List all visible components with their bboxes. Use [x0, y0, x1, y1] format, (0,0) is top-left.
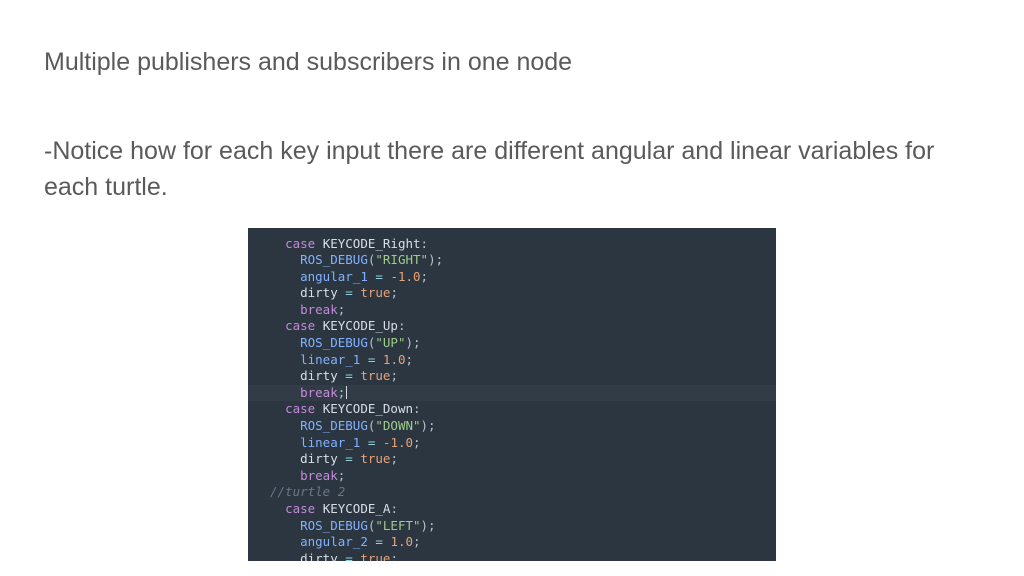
- code-line: case KEYCODE_Right:: [270, 236, 776, 253]
- code-line: ROS_DEBUG("UP");: [270, 335, 776, 352]
- code-line: ROS_DEBUG("RIGHT");: [270, 252, 776, 269]
- code-block: case KEYCODE_Right: ROS_DEBUG("RIGHT"); …: [248, 228, 776, 561]
- code-line: case KEYCODE_A:: [270, 501, 776, 518]
- slide: Multiple publishers and subscribers in o…: [0, 0, 1024, 561]
- code-line: angular_1 = -1.0;: [270, 269, 776, 286]
- code-line: angular_2 = 1.0;: [270, 534, 776, 551]
- code-line: case KEYCODE_Down:: [270, 401, 776, 418]
- code-line: linear_1 = 1.0;: [270, 352, 776, 369]
- code-line: break;: [270, 468, 776, 485]
- code-line: dirty = true;: [270, 551, 776, 561]
- code-line: linear_1 = -1.0;: [270, 435, 776, 452]
- code-line: dirty = true;: [270, 285, 776, 302]
- code-line: //turtle 2: [270, 484, 776, 501]
- code-line: ROS_DEBUG("LEFT");: [270, 518, 776, 535]
- code-line: dirty = true;: [270, 368, 776, 385]
- code-line: case KEYCODE_Up:: [270, 318, 776, 335]
- description-text: -Notice how for each key input there are…: [44, 133, 980, 206]
- page-title: Multiple publishers and subscribers in o…: [44, 48, 980, 77]
- code-line: break;: [270, 385, 776, 402]
- code-line: ROS_DEBUG("DOWN");: [270, 418, 776, 435]
- code-line: dirty = true;: [270, 451, 776, 468]
- code-container: case KEYCODE_Right: ROS_DEBUG("RIGHT"); …: [44, 228, 980, 561]
- code-line: break;: [270, 302, 776, 319]
